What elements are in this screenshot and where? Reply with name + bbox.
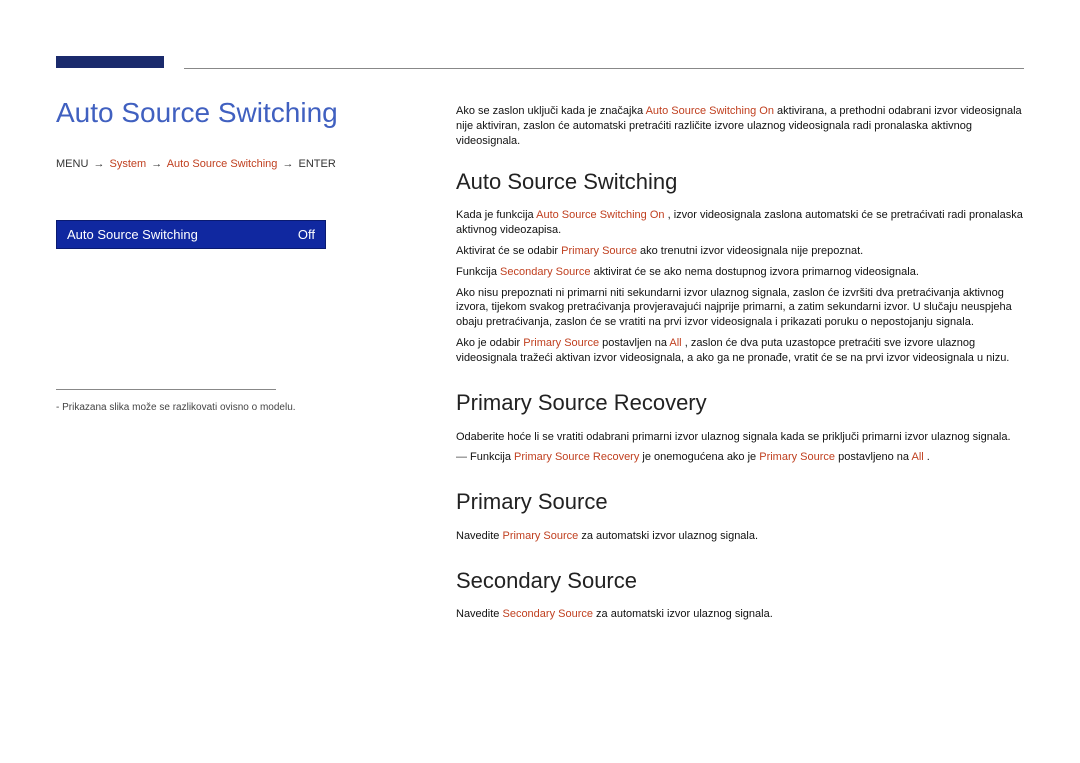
text: ako trenutni izvor videosignala nije pre… [640, 245, 863, 257]
section-heading: Primary Source [456, 487, 1026, 517]
body-paragraph: Aktivirat će se odabir Primary Source ak… [456, 244, 1026, 259]
text: Funkcija [456, 266, 500, 278]
text: Ako je odabir [456, 337, 523, 349]
body-paragraph: Odaberite hoće li se vratiti odabrani pr… [456, 430, 1026, 445]
emphasis: Secondary Source [500, 266, 591, 278]
text: aktivirat će se ako nema dostupnog izvor… [594, 266, 919, 278]
text: je onemogućena ako je [642, 451, 759, 463]
text: Navedite [456, 530, 502, 542]
text: postavljeno na [838, 451, 911, 463]
breadcrumb-sep: → [93, 158, 104, 170]
emphasis: Primary Source [502, 530, 578, 542]
breadcrumb-step: System [110, 158, 147, 170]
page-title: Auto Source Switching [56, 96, 386, 130]
breadcrumb-step: MENU [56, 158, 88, 170]
emphasis: All [911, 451, 923, 463]
breadcrumb-sep: → [282, 158, 293, 170]
body-paragraph: Navedite Secondary Source za automatski … [456, 607, 1026, 622]
emphasis: Auto Source Switching On [536, 209, 664, 221]
emphasis: Primary Source Recovery [514, 451, 639, 463]
text: za automatski izvor ulaznog signala. [581, 530, 758, 542]
emphasis: Auto Source Switching On [646, 105, 774, 117]
body-paragraph: Ako je odabir Primary Source postavljen … [456, 336, 1026, 366]
emphasis: Primary Source [523, 337, 599, 349]
emphasis: Primary Source [561, 245, 637, 257]
osd-menu-item[interactable]: Auto Source Switching Off [56, 220, 326, 249]
left-column: Auto Source Switching MENU → System → Au… [56, 96, 386, 413]
osd-menu-label: Auto Source Switching [67, 227, 198, 242]
text: postavljen na [602, 337, 669, 349]
body-paragraph: Funkcija Secondary Source aktivirat će s… [456, 265, 1026, 280]
right-column: Ako se zaslon uključi kada je značajka A… [456, 104, 1026, 628]
section-heading: Secondary Source [456, 566, 1026, 596]
section-heading: Auto Source Switching [456, 167, 1026, 197]
text: Kada je funkcija [456, 209, 536, 221]
text: za automatski izvor ulaznog signala. [596, 608, 773, 620]
footnote: Funkcija Primary Source Recovery je onem… [456, 450, 1026, 465]
body-paragraph: Ako nisu prepoznati ni primarni niti sek… [456, 286, 1026, 331]
text: Funkcija [470, 451, 514, 463]
breadcrumb-step: Auto Source Switching [167, 158, 278, 170]
header-rule [184, 68, 1024, 69]
section-heading: Primary Source Recovery [456, 388, 1026, 418]
left-note: - Prikazana slika može se razlikovati ov… [56, 402, 386, 413]
body-paragraph: Kada je funkcija Auto Source Switching O… [456, 208, 1026, 238]
breadcrumb-step: ENTER [299, 158, 336, 170]
emphasis: Secondary Source [502, 608, 593, 620]
text: . [927, 451, 930, 463]
header-accent-bar [56, 56, 164, 68]
osd-menu-value: Off [298, 227, 315, 242]
emphasis: All [669, 337, 681, 349]
text: Navedite [456, 608, 502, 620]
breadcrumb: MENU → System → Auto Source Switching → … [56, 158, 386, 170]
body-paragraph: Navedite Primary Source za automatski iz… [456, 529, 1026, 544]
text: Ako se zaslon uključi kada je značajka [456, 105, 646, 117]
text: Aktivirat će se odabir [456, 245, 561, 257]
left-divider [56, 389, 276, 390]
emphasis: Primary Source [759, 451, 835, 463]
breadcrumb-sep: → [151, 158, 162, 170]
intro-paragraph: Ako se zaslon uključi kada je značajka A… [456, 104, 1026, 149]
